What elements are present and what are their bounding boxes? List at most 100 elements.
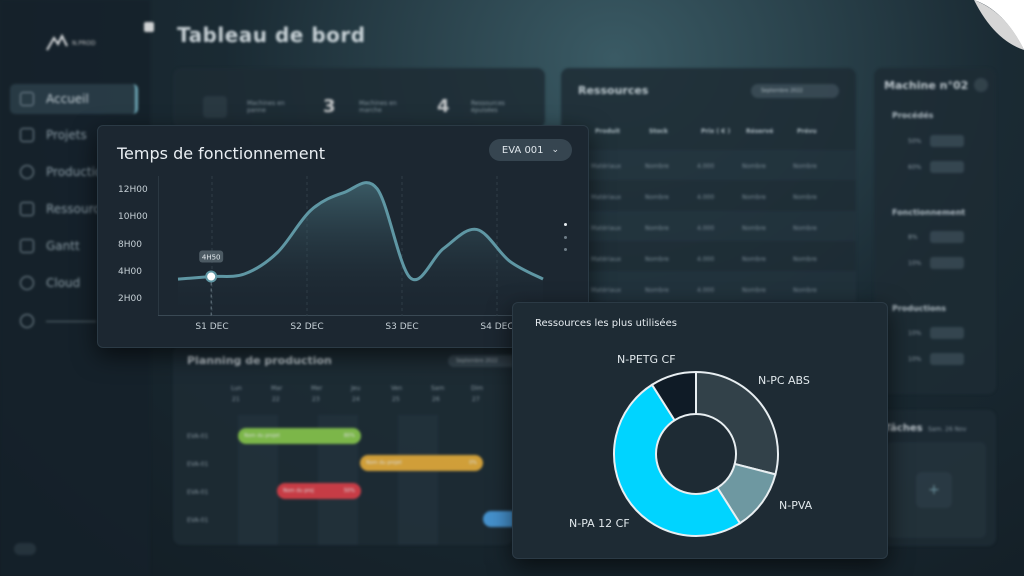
y-tick: 12H00 <box>118 185 148 195</box>
table-cell: Nombre <box>742 287 766 294</box>
day-name: Lun <box>231 385 242 392</box>
table-cell: Nombre <box>793 256 817 263</box>
pager-dot-active[interactable] <box>564 223 567 226</box>
day-number: 24 <box>352 396 360 403</box>
x-tick: S4 DEC <box>480 322 514 332</box>
section-value: 60% <box>908 164 922 171</box>
value-chip <box>930 327 964 339</box>
machine-more-icon[interactable] <box>974 78 988 92</box>
table-cell: Matériaux <box>591 287 622 294</box>
day-column <box>398 415 438 545</box>
resources-panel: Ressources Septembre 2022 Produit Stock Pr… <box>561 68 856 308</box>
checkbox[interactable] <box>144 22 154 32</box>
dropdown-value: EVA 001 <box>501 144 544 156</box>
pager-dot[interactable] <box>564 248 567 251</box>
donut-label: N-PC ABS <box>758 374 810 387</box>
machine-dropdown[interactable]: EVA 001 ⌄ <box>489 139 572 161</box>
section-value: 10% <box>908 260 922 267</box>
uptime-title: Temps de fonctionnement <box>117 144 325 163</box>
table-cell: Nombre <box>793 163 817 170</box>
stats-panel: Machines en panne 3 Machines en marche 4… <box>173 68 545 128</box>
gantt-bar-pct: 80% <box>343 433 355 439</box>
day-name: Sam <box>431 385 445 392</box>
table-cell: Matériaux <box>591 194 622 201</box>
table-cell: 4.000 <box>697 163 715 170</box>
planning-panel: Planning de production Septembre 2022 Lu… <box>173 345 513 545</box>
theme-toggle[interactable] <box>14 543 36 555</box>
table-cell: Nombre <box>645 194 669 201</box>
day-number: 22 <box>272 396 280 403</box>
section-value: 10% <box>908 330 922 337</box>
day-name: Mer <box>311 385 323 392</box>
column-header: Produit <box>595 128 620 135</box>
value-chip <box>930 231 964 243</box>
day-number: 26 <box>432 396 440 403</box>
column-header: Stock <box>649 128 668 135</box>
gantt-bar[interactable]: Nom du projet 0% <box>360 455 483 471</box>
day-number: 23 <box>312 396 320 403</box>
x-tick: S2 DEC <box>290 322 324 332</box>
column-header: Réservé <box>746 128 774 135</box>
stat-value: 3 <box>323 96 336 117</box>
data-point-marker[interactable] <box>205 270 218 283</box>
planning-month[interactable]: Septembre 2022 <box>448 355 513 367</box>
calendar-icon <box>20 239 34 253</box>
section-value: 10% <box>908 356 922 363</box>
bolt-icon <box>20 202 34 216</box>
table-cell: Nombre <box>742 194 766 201</box>
sidebar-item-label: Accueil <box>46 92 89 106</box>
table-cell: Nombre <box>742 225 766 232</box>
month-selector[interactable]: Septembre 2022 <box>751 84 839 98</box>
tasks-title: Tâches <box>884 423 923 434</box>
resources-title: Ressources <box>578 84 649 97</box>
column-header: Prix ( € ) <box>701 128 731 135</box>
sidebar-item-accueil[interactable]: Accueil <box>10 84 138 114</box>
add-task-button[interactable]: + <box>916 472 952 508</box>
resources-donut-card: Ressources les plus utilisées N-PC ABS N… <box>512 302 888 559</box>
stat-label: Machines en panne <box>247 100 285 114</box>
stat-label: Machines en marche <box>359 100 397 114</box>
machine-panel: Machine n°02 Procédés 50% 60% Fonctionne… <box>874 68 996 394</box>
sidebar-item-label: Projets <box>46 128 87 142</box>
tasks-panel: Tâches Sam. 26 Nov + <box>874 410 996 546</box>
gantt-bar[interactable]: Nom du projet 80% <box>238 428 361 444</box>
page-title: Tableau de bord <box>177 23 366 47</box>
day-name: Dim <box>471 385 484 392</box>
table-stripe <box>561 271 856 301</box>
folder-icon <box>20 128 34 142</box>
x-tick: S1 DEC <box>195 322 229 332</box>
x-tick: S3 DEC <box>385 322 419 332</box>
gear-icon <box>20 165 34 179</box>
section-value: 50% <box>908 138 922 145</box>
value-chip <box>930 353 964 365</box>
table-cell: Nombre <box>742 163 766 170</box>
home-icon <box>20 92 34 106</box>
section-title: Fonctionnement <box>892 208 966 217</box>
y-tick: 2H00 <box>118 294 142 304</box>
gantt-bar[interactable]: Nom du proj 50% <box>277 483 361 499</box>
gantt-bar-pct: 50% <box>343 488 355 494</box>
table-cell: Matériaux <box>591 256 622 263</box>
row-label: EVA-01 <box>187 489 209 496</box>
y-tick: 10H00 <box>118 212 148 222</box>
column-header: Prévu <box>797 128 817 135</box>
gantt-bar-label: Nom du projet <box>244 433 280 439</box>
day-number: 25 <box>392 396 400 403</box>
sidebar-item-label: Cloud <box>46 276 81 290</box>
table-cell: Nombre <box>645 163 669 170</box>
day-name: Ven <box>391 385 403 392</box>
value-chip <box>930 135 964 147</box>
tasks-date: Sam. 26 Nov <box>928 426 967 433</box>
table-cell: Nombre <box>742 256 766 263</box>
table-cell: Nombre <box>645 287 669 294</box>
table-cell: Nombre <box>645 225 669 232</box>
gantt-bar[interactable] <box>483 511 513 527</box>
pager-dot[interactable] <box>564 236 567 239</box>
donut-label: N-PA 12 CF <box>569 517 630 530</box>
donut-slice[interactable] <box>695 370 779 476</box>
table-cell: Matériaux <box>591 163 622 170</box>
table-cell: 4.000 <box>697 287 715 294</box>
search-line <box>46 320 96 322</box>
tooltip-text: 4H50 <box>202 254 221 262</box>
table-cell: Nombre <box>793 225 817 232</box>
